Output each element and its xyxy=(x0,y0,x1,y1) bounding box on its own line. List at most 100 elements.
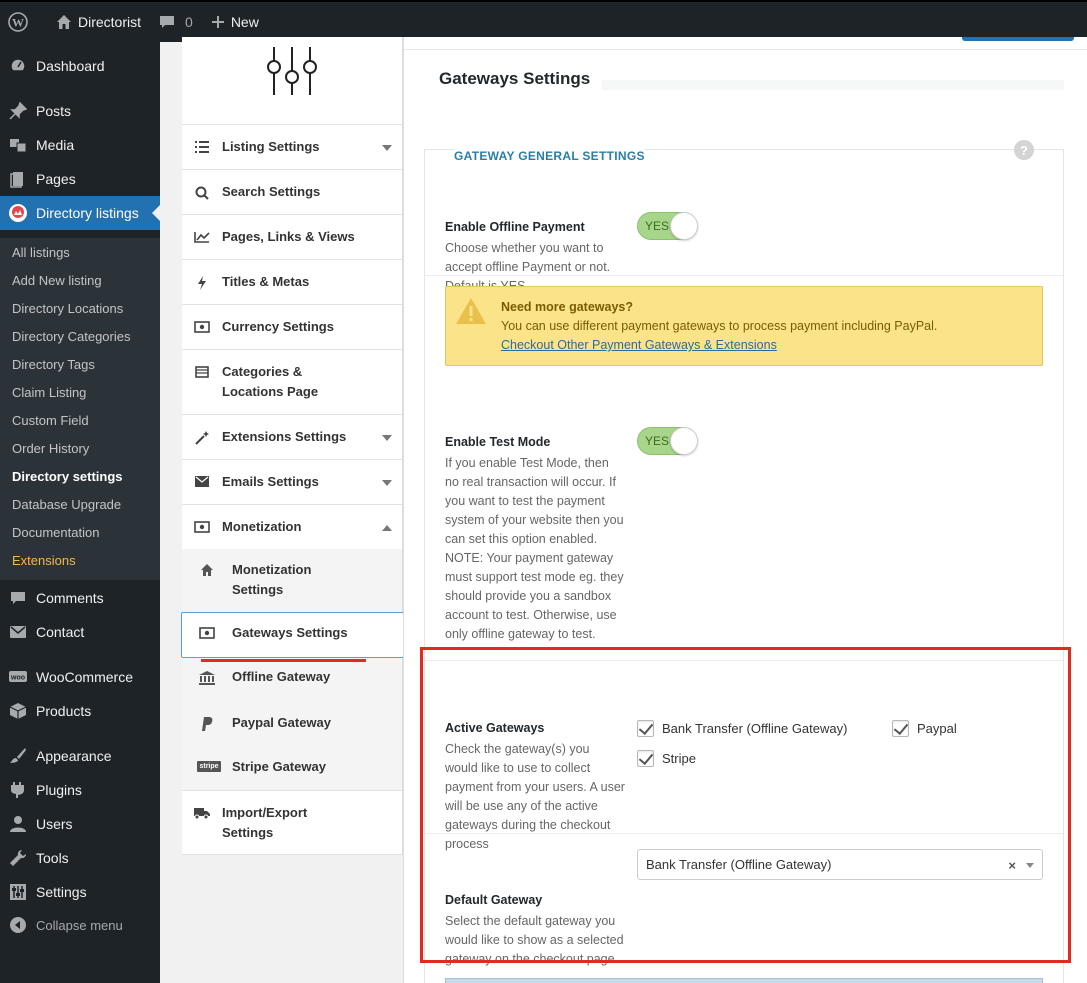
help-icon[interactable]: ? xyxy=(1014,140,1034,160)
submenu-item[interactable]: Claim Listing xyxy=(12,378,86,406)
divider xyxy=(425,275,1063,276)
submenu-item[interactable]: Database Upgrade xyxy=(12,490,121,518)
nav-pages-links-views[interactable]: Pages, Links & Views xyxy=(182,214,403,259)
menu-pages[interactable]: Pages xyxy=(0,162,160,196)
collapse-menu-button[interactable]: Collapse menu xyxy=(0,908,160,942)
nav-currency-settings[interactable]: Currency Settings xyxy=(182,304,403,349)
menu-contact[interactable]: Contact xyxy=(0,615,160,649)
submenu-item-extensions[interactable]: Extensions xyxy=(12,546,76,574)
nav-emails-settings[interactable]: Emails Settings xyxy=(182,459,403,504)
comment-icon xyxy=(0,589,36,607)
submenu-item[interactable]: Documentation xyxy=(12,518,99,546)
subnav-paypal-gateway[interactable]: Paypal Gateway xyxy=(182,702,403,746)
submenu-item[interactable]: Directory Tags xyxy=(12,350,95,378)
menu-label: Contact xyxy=(36,624,85,640)
nav-import-export[interactable]: Import/Export Settings xyxy=(182,790,403,855)
save-button-edge[interactable] xyxy=(962,37,1074,41)
subnav-stripe-gateway[interactable]: stripe Stripe Gateway xyxy=(182,746,403,790)
money-icon xyxy=(182,320,222,333)
menu-woocommerce[interactable]: woo WooCommerce xyxy=(0,660,160,694)
menu-label: Products xyxy=(36,703,92,719)
menu-products[interactable]: Products xyxy=(0,694,160,728)
new-content-link[interactable]: New xyxy=(201,2,267,42)
svg-text:W: W xyxy=(12,16,24,30)
directory-icon xyxy=(0,203,36,223)
media-icon xyxy=(0,136,36,154)
menu-label: WooCommerce xyxy=(36,669,133,685)
more-gateways-notice: Need more gateways? You can use differen… xyxy=(445,286,1043,366)
nav-label-line1: Monetization xyxy=(232,562,312,577)
menu-media[interactable]: Media xyxy=(0,128,160,162)
menu-label: Posts xyxy=(36,103,72,119)
submenu-item[interactable]: Custom Field xyxy=(12,406,89,434)
pin-icon xyxy=(0,102,36,120)
nav-label: Monetization Settings xyxy=(232,560,311,600)
nav-label: Listing Settings xyxy=(222,139,320,154)
nav-categories-locations-page[interactable]: Categories & Locations Page xyxy=(182,349,403,414)
gateways-extensions-link[interactable]: Checkout Other Payment Gateways & Extens… xyxy=(501,338,777,352)
submenu-item[interactable]: Directory Categories xyxy=(12,322,131,350)
menu-plugins[interactable]: Plugins xyxy=(0,773,160,807)
nav-extensions-settings[interactable]: Extensions Settings xyxy=(182,414,403,459)
nav-label-line2: Locations Page xyxy=(222,384,319,399)
submenu-item[interactable]: All listings xyxy=(12,238,70,266)
nav-label: Gateways Settings xyxy=(232,625,348,640)
menu-tools[interactable]: Tools xyxy=(0,841,160,875)
subnav-gateways-settings[interactable]: Gateways Settings xyxy=(181,612,404,658)
menu-users[interactable]: Users xyxy=(0,807,160,841)
box-icon xyxy=(0,702,36,720)
truck-icon xyxy=(182,806,222,819)
nav-label: Pages, Links & Views xyxy=(222,229,355,244)
wordpress-logo[interactable]: W xyxy=(0,2,42,42)
menu-settings[interactable]: Settings xyxy=(0,875,160,909)
svg-text:woo: woo xyxy=(10,675,25,682)
home-icon xyxy=(57,15,71,29)
submenu-item[interactable]: Add New listing xyxy=(12,266,102,294)
pages-icon xyxy=(0,170,36,188)
menu-dashboard[interactable]: Dashboard xyxy=(0,49,160,83)
toggle-text: YES xyxy=(645,434,670,448)
search-icon xyxy=(182,185,222,200)
nav-titles-metas[interactable]: Titles & Metas xyxy=(182,259,403,304)
paypal-icon xyxy=(182,716,232,731)
wrench-icon xyxy=(0,849,36,867)
test-mode-toggle[interactable]: YES xyxy=(637,427,698,455)
menu-posts[interactable]: Posts xyxy=(0,94,160,128)
nav-listing-settings[interactable]: Listing Settings xyxy=(182,124,403,169)
menu-directory-listings[interactable]: Directory listings xyxy=(0,196,160,230)
comment-icon xyxy=(160,16,175,28)
nav-label: Paypal Gateway xyxy=(232,715,331,730)
menu-label: Plugins xyxy=(36,782,82,798)
envelope-icon xyxy=(182,475,222,487)
menu-appearance[interactable]: Appearance xyxy=(0,739,160,773)
annotation-highlight-box xyxy=(420,647,1071,963)
annotation-underline xyxy=(201,659,366,662)
menu-label: Pages xyxy=(36,171,76,187)
offline-payment-toggle[interactable]: YES xyxy=(637,212,698,240)
nav-label: Import/Export Settings xyxy=(222,803,307,843)
bolt-icon xyxy=(182,275,222,290)
menu-label: Settings xyxy=(36,884,87,900)
new-label: New xyxy=(230,14,259,30)
warning-icon xyxy=(456,298,486,324)
menu-comments[interactable]: Comments xyxy=(0,581,160,615)
comments-link[interactable]: 0 xyxy=(149,2,201,42)
nav-label-line1: Import/Export xyxy=(222,805,308,820)
nav-monetization[interactable]: Monetization xyxy=(182,504,403,549)
site-name-link[interactable]: Directorist xyxy=(42,2,149,42)
title-rule xyxy=(602,80,1064,90)
toggle-knob xyxy=(670,212,698,240)
chevron-up-icon xyxy=(382,525,392,531)
nav-label: Currency Settings xyxy=(222,319,334,334)
subnav-monetization-settings[interactable]: Monetization Settings xyxy=(182,549,403,612)
submenu-item[interactable]: Directory Locations xyxy=(12,294,123,322)
table-icon xyxy=(182,365,222,378)
submenu-item-current[interactable]: Directory settings xyxy=(12,462,123,490)
wordpress-icon: W xyxy=(8,12,28,32)
toggle-text: YES xyxy=(645,219,670,233)
submenu-item[interactable]: Order History xyxy=(12,434,89,462)
subnav-offline-gateway[interactable]: Offline Gateway xyxy=(182,658,403,702)
nav-search-settings[interactable]: Search Settings xyxy=(182,169,403,214)
chevron-down-icon xyxy=(382,145,392,151)
chevron-down-icon xyxy=(382,435,392,441)
